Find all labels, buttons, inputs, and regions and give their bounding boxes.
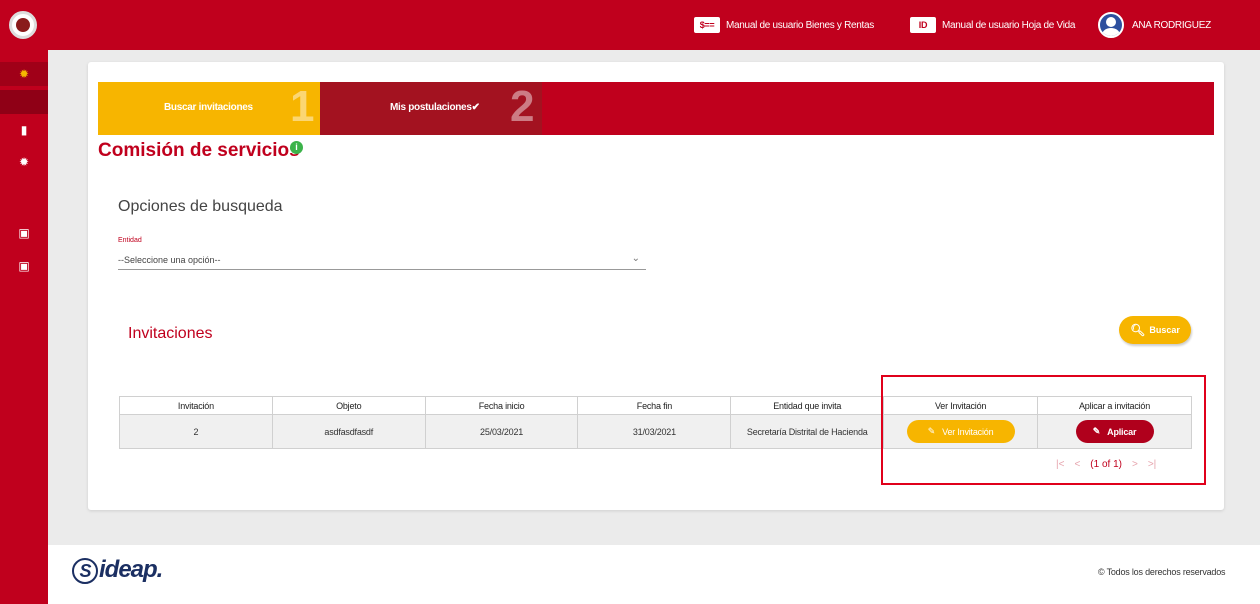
sidebar: ✹ ▮ ✹ ▣ ▣	[0, 50, 48, 604]
search-options-title: Opciones de busqueda	[118, 198, 283, 215]
archive-icon: ▣	[18, 226, 30, 240]
sidebar-item-profile[interactable]: ▣	[0, 254, 48, 278]
step-buscar-invitaciones[interactable]: Buscar invitaciones 1	[98, 82, 320, 135]
chevron-down-icon: ⌄	[631, 253, 640, 264]
step-label: Mis postulaciones✔	[390, 102, 480, 113]
cell-objeto: asdfasdfasdf	[271, 414, 426, 449]
sidebar-item-archive[interactable]: ▣	[0, 221, 48, 245]
step-number: 1	[290, 82, 315, 131]
search-button-label: Buscar	[1149, 325, 1180, 335]
sidebar-item-submenu[interactable]	[0, 90, 48, 114]
column-header[interactable]: Fecha inicio	[424, 396, 579, 415]
column-header[interactable]: Fecha fin	[577, 396, 732, 415]
step-mis-postulaciones[interactable]: Mis postulaciones✔ 2	[320, 82, 542, 135]
user-name: ANA RODRIGUEZ	[1132, 19, 1211, 31]
column-header[interactable]: Objeto	[271, 396, 426, 415]
sidebar-item-settings-active[interactable]: ✹	[0, 62, 48, 86]
money-icon: $==	[694, 17, 720, 33]
document-icon: ▮	[20, 123, 28, 137]
column-header[interactable]: Entidad que invita	[730, 396, 885, 415]
manual-bienes-link[interactable]: $== Manual de usuario Bienes y Rentas	[694, 15, 874, 35]
gear-icon: ✹	[18, 67, 30, 81]
step-number: 2	[510, 82, 535, 131]
entidad-select[interactable]: --Seleccione una opción-- ⌄	[118, 250, 646, 270]
user-avatar-icon	[1098, 12, 1124, 38]
app-logo-icon[interactable]	[9, 11, 37, 39]
entidad-label: Entidad	[118, 237, 142, 244]
entidad-select-value: --Seleccione una opción--	[118, 254, 221, 265]
cell-invitacion: 2	[119, 414, 273, 449]
cell-fecha-fin: 31/03/2021	[577, 414, 732, 449]
steps-bar: Buscar invitaciones 1 Mis postulaciones✔…	[98, 82, 1214, 135]
page-title: Comisión de servicios	[98, 140, 300, 161]
logo-text: ideap.	[99, 556, 163, 583]
sideap-logo: Sideap.	[72, 556, 163, 584]
search-icon: 🔍︎	[1130, 323, 1146, 337]
info-icon[interactable]: i	[290, 141, 303, 154]
manual-hoja-link[interactable]: ID Manual de usuario Hoja de Vida	[910, 15, 1075, 35]
manual-bienes-label: Manual de usuario Bienes y Rentas	[726, 19, 874, 31]
footer	[48, 545, 1260, 604]
invitations-title: Invitaciones	[128, 325, 213, 342]
id-card-icon: ID	[910, 17, 936, 33]
cell-fecha-inicio: 25/03/2021	[424, 414, 579, 449]
search-button[interactable]: 🔍︎ Buscar	[1119, 316, 1191, 344]
logo-letter: S	[72, 558, 98, 584]
highlight-annotation-box	[881, 375, 1206, 485]
step-label: Buscar invitaciones	[164, 102, 253, 113]
gear-icon: ✹	[18, 155, 30, 169]
profile-icon: ▣	[18, 259, 30, 273]
column-header[interactable]: Invitación	[119, 396, 273, 415]
cell-entidad: Secretaría Distrital de Hacienda	[730, 414, 885, 449]
copyright-text: © Todos los derechos reservados	[1098, 567, 1226, 577]
sidebar-item-config[interactable]: ✹	[0, 150, 48, 174]
sidebar-item-document[interactable]: ▮	[0, 118, 48, 142]
top-bar: $== Manual de usuario Bienes y Rentas ID…	[0, 0, 1260, 50]
manual-hoja-label: Manual de usuario Hoja de Vida	[942, 19, 1076, 31]
user-menu[interactable]: ANA RODRIGUEZ	[1098, 12, 1211, 38]
